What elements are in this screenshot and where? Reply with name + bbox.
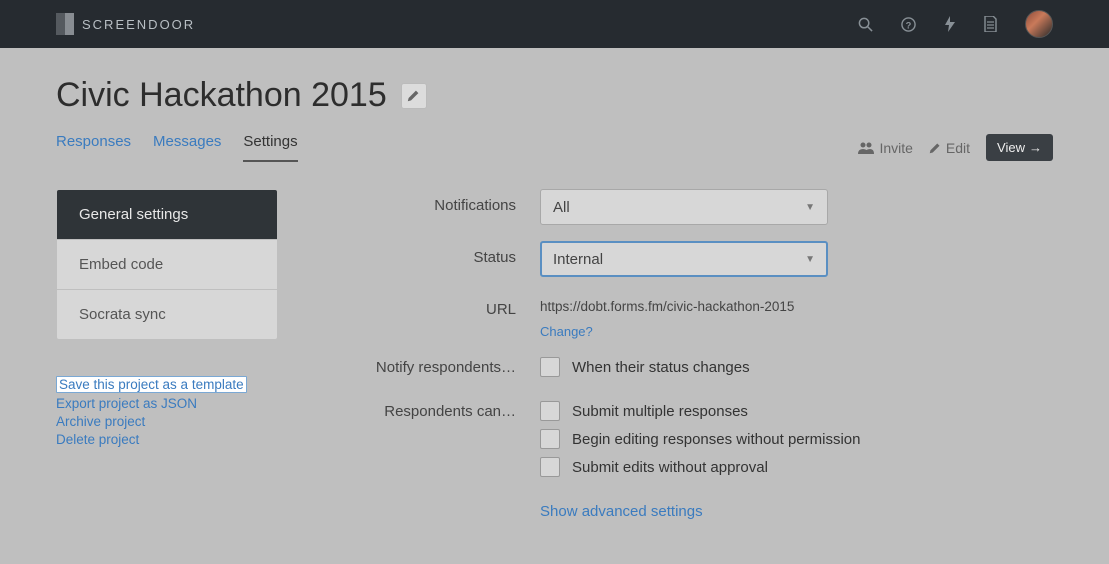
tab-settings[interactable]: Settings: [243, 133, 297, 162]
pencil-icon: [407, 89, 420, 102]
save-template-link[interactable]: Save this project as a template: [56, 376, 247, 393]
tab-messages[interactable]: Messages: [153, 133, 221, 162]
screendoor-logo-icon: [56, 13, 74, 35]
label-status: Status: [310, 241, 540, 266]
content: General settings Embed code Socrata sync…: [56, 189, 1053, 536]
notifications-select[interactable]: All ▼: [540, 189, 828, 225]
sidebar-item-general[interactable]: General settings: [57, 190, 277, 240]
checkbox-row-edit-no-approval: Submit edits without approval: [540, 457, 861, 477]
brand-name: SCREENDOOR: [82, 17, 195, 32]
chevron-down-icon: ▼: [805, 254, 815, 265]
tab-row: Responses Messages Settings Invite Edit …: [56, 133, 1053, 163]
sidebar: General settings Embed code Socrata sync…: [56, 189, 278, 447]
delete-project-link[interactable]: Delete project: [56, 432, 139, 447]
checkbox-row-status-changes: When their status changes: [540, 357, 750, 377]
view-button[interactable]: View →: [986, 134, 1053, 161]
export-json-link[interactable]: Export project as JSON: [56, 396, 197, 411]
row-notify: Notify respondents… When their status ch…: [310, 357, 1053, 385]
document-icon[interactable]: [984, 16, 997, 32]
label-notifications: Notifications: [310, 189, 540, 214]
form-area: Notifications All ▼ Status Internal ▼: [310, 189, 1053, 536]
checkbox-label-edit-no-permission: Begin editing responses without permissi…: [572, 431, 861, 448]
tabs: Responses Messages Settings: [56, 133, 298, 162]
page-title: Civic Hackathon 2015: [56, 76, 387, 115]
checkbox-row-multiple: Submit multiple responses: [540, 401, 861, 421]
svg-text:?: ?: [906, 20, 912, 30]
brand[interactable]: SCREENDOOR: [56, 13, 195, 35]
checkbox-status-changes[interactable]: [540, 357, 560, 377]
title-row: Civic Hackathon 2015: [56, 76, 1053, 115]
activity-icon[interactable]: [944, 16, 956, 32]
search-icon[interactable]: [858, 17, 873, 32]
pencil-icon: [929, 142, 941, 154]
edit-link[interactable]: Edit: [929, 140, 970, 156]
edit-label: Edit: [946, 140, 970, 156]
checkbox-multiple[interactable]: [540, 401, 560, 421]
view-label: View: [997, 140, 1025, 155]
right-actions: Invite Edit View →: [858, 134, 1053, 161]
checkbox-label-multiple: Submit multiple responses: [572, 403, 748, 420]
archive-project-link[interactable]: Archive project: [56, 414, 145, 429]
sidebar-links: Save this project as a template Export p…: [56, 376, 278, 447]
avatar[interactable]: [1025, 10, 1053, 38]
row-url: URL https://dobt.forms.fm/civic-hackatho…: [310, 293, 1053, 339]
checkbox-row-edit-no-permission: Begin editing responses without permissi…: [540, 429, 861, 449]
status-value: Internal: [553, 251, 603, 268]
invite-link[interactable]: Invite: [858, 140, 912, 156]
tab-responses[interactable]: Responses: [56, 133, 131, 162]
arrow-right-icon: →: [1029, 140, 1042, 155]
help-icon[interactable]: ?: [901, 17, 916, 32]
people-icon: [858, 141, 874, 154]
sidebar-nav: General settings Embed code Socrata sync: [56, 189, 278, 340]
invite-label: Invite: [879, 140, 912, 156]
checkbox-edit-no-permission[interactable]: [540, 429, 560, 449]
sidebar-item-embed[interactable]: Embed code: [57, 240, 277, 290]
status-select[interactable]: Internal ▼: [540, 241, 828, 277]
checkbox-edit-no-approval[interactable]: [540, 457, 560, 477]
edit-title-button[interactable]: [401, 83, 427, 109]
chevron-down-icon: ▼: [805, 202, 815, 213]
notifications-value: All: [553, 199, 570, 216]
sidebar-item-socrata[interactable]: Socrata sync: [57, 290, 277, 339]
label-respondents-can: Respondents can…: [310, 401, 540, 420]
change-url-link[interactable]: Change?: [540, 324, 593, 339]
label-notify: Notify respondents…: [310, 357, 540, 376]
topbar: SCREENDOOR ?: [0, 0, 1109, 48]
url-value: https://dobt.forms.fm/civic-hackathon-20…: [540, 293, 794, 314]
checkbox-label-edit-no-approval: Submit edits without approval: [572, 459, 768, 476]
checkbox-label-status-changes: When their status changes: [572, 359, 750, 376]
page: Civic Hackathon 2015 Responses Messages …: [0, 48, 1109, 564]
topbar-right: ?: [858, 10, 1053, 38]
row-notifications: Notifications All ▼: [310, 189, 1053, 225]
label-url: URL: [310, 293, 540, 318]
row-status: Status Internal ▼: [310, 241, 1053, 277]
row-respondents-can: Respondents can… Submit multiple respons…: [310, 401, 1053, 520]
show-advanced-link[interactable]: Show advanced settings: [540, 503, 703, 520]
